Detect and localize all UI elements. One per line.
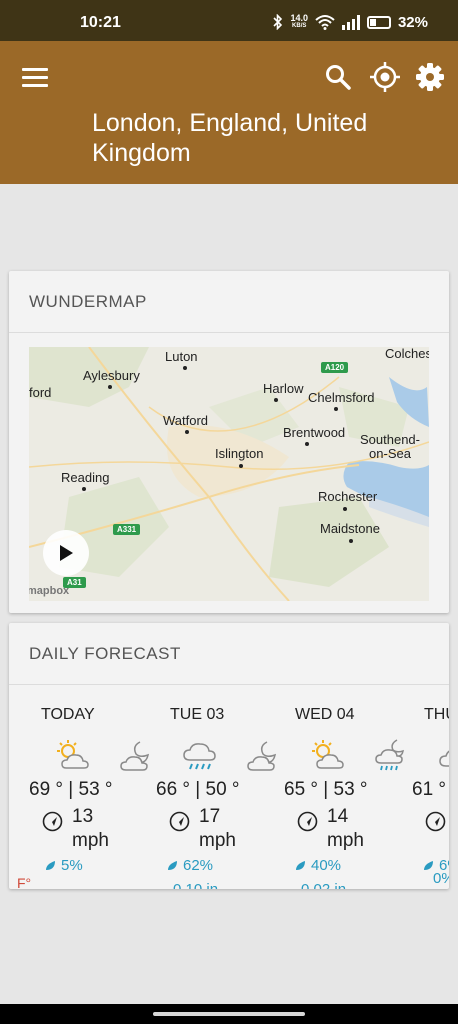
system-nav-bar [0, 1004, 458, 1024]
search-icon[interactable] [324, 63, 352, 91]
day-name: WED 04 [295, 706, 355, 723]
night-rain-icon [375, 739, 404, 771]
map-label: Reading [61, 470, 110, 485]
wind-speed: 17 [199, 806, 221, 827]
wind-unit: mph [327, 830, 364, 851]
map-label: Harlow [263, 381, 304, 396]
day-temps: 69 ° | 53 ° [29, 779, 113, 800]
wundermap-map[interactable]: Luton Colches Aylesbury ford Harlow Chel… [29, 347, 429, 601]
locate-icon[interactable] [369, 61, 401, 93]
daily-forecast-title: DAILY FORECAST [9, 623, 449, 685]
bluetooth-icon [273, 14, 283, 30]
wind-direction-icon [169, 811, 190, 832]
precip-amount: 0% [433, 870, 449, 887]
partly-cloudy-night-icon [120, 741, 150, 771]
day-temps: 61 ° [412, 779, 447, 800]
map-label: Brentwood [283, 425, 346, 440]
map-city-dot [334, 407, 338, 411]
map-label: Aylesbury [83, 368, 140, 383]
menu-icon-line [22, 76, 48, 79]
precip-drop-icon [168, 861, 177, 870]
map-label: Southend-on-Sea [360, 432, 420, 461]
wind-unit: mph [199, 830, 236, 851]
precip-chance: 62% [183, 857, 214, 874]
daily-forecast-card: DAILY FORECAST TODAY 69 ° | 53 ° 13 mph … [9, 623, 449, 889]
forecast-day[interactable]: TUE 03 66 ° | 50 ° 17 mph 62% 0.10 in [155, 686, 285, 889]
partly-sunny-icon [57, 740, 89, 769]
mapbox-credit: mapbox [29, 585, 70, 597]
network-speed-value: 14.0 [290, 13, 308, 23]
wifi-icon [315, 15, 335, 30]
map-label: Islington [215, 446, 264, 461]
map-city-dot [82, 487, 86, 491]
network-speed: 14.0 KB/S [290, 14, 308, 30]
temperature-unit-indicator: F° [17, 875, 32, 889]
forecast-strip[interactable]: TODAY 69 ° | 53 ° 13 mph 5% TUE 03 66 ° … [9, 686, 449, 889]
wundermap-title: WUNDERMAP [9, 271, 449, 333]
map-label: Luton [165, 349, 198, 364]
map-label: Chelmsford [308, 390, 375, 405]
status-icons: 14.0 KB/S 32% [273, 11, 428, 33]
day-name: TUE 03 [170, 706, 225, 723]
forecast-day[interactable]: WED 04 65 ° | 53 ° 14 mph 40% 0.02 in [283, 686, 413, 889]
precip-amount: 0.02 in [301, 881, 346, 889]
wind-direction-icon [297, 811, 318, 832]
map-city-dot [239, 464, 243, 468]
map-label: Watford [163, 413, 209, 428]
cloudy-icon [439, 750, 449, 767]
status-bar: 10:21 14.0 KB/S 32% [0, 0, 458, 41]
wind-unit: mph [72, 830, 109, 851]
map-label: Colches [385, 347, 429, 361]
day-name: TODAY [41, 706, 95, 723]
precip-amount: 0.10 in [173, 881, 218, 889]
play-icon [60, 545, 73, 561]
precip-chance: 40% [311, 857, 342, 874]
wind-direction-icon [425, 811, 446, 832]
map-label: ford [29, 385, 52, 400]
location-title[interactable]: London, England, United Kingdom [92, 108, 392, 168]
rain-icon [183, 743, 216, 770]
road-shield: A331 [113, 524, 141, 535]
map-city-dot [108, 385, 112, 389]
wundermap-card: WUNDERMAP Luton Colches Aylesbury ford H… [9, 271, 449, 613]
home-gesture-handle[interactable] [153, 1012, 305, 1016]
forecast-day[interactable]: TODAY 69 ° | 53 ° 13 mph 5% [28, 686, 158, 889]
battery-percent: 32% [397, 13, 428, 31]
map-play-button[interactable] [43, 530, 89, 576]
map-label: Rochester [318, 489, 378, 504]
battery-icon [366, 15, 391, 29]
signal-icon [341, 14, 360, 30]
forecast-day[interactable]: THU 61 ° 6% 0% [411, 686, 449, 889]
network-speed-unit: KB/S [292, 23, 307, 29]
road-shield: A120 [321, 362, 349, 373]
menu-icon-line [22, 84, 48, 87]
map-city-dot [305, 442, 309, 446]
map-city-dot [274, 398, 278, 402]
precip-drop-icon [296, 861, 305, 870]
day-temps: 65 ° | 53 ° [284, 779, 368, 800]
app-bar: London, England, United Kingdom [0, 41, 458, 184]
wind-speed: 13 [72, 806, 94, 827]
partly-sunny-icon [312, 740, 344, 769]
menu-button[interactable] [22, 68, 48, 88]
map-city-dot [183, 366, 187, 370]
day-name: THU [424, 706, 449, 723]
day-temps: 66 ° | 50 ° [156, 779, 240, 800]
map-city-dot [343, 507, 347, 511]
precip-drop-icon [46, 861, 55, 870]
status-time: 10:21 [80, 14, 121, 31]
wind-direction-icon [42, 811, 63, 832]
precip-chance: 5% [61, 857, 83, 874]
wind-speed: 14 [327, 806, 349, 827]
map-city-dot [349, 539, 353, 543]
map-city-dot [185, 430, 189, 434]
partly-cloudy-night-icon [247, 741, 277, 771]
menu-icon-line [22, 68, 48, 71]
gear-icon[interactable] [414, 61, 446, 93]
map-label: Maidstone [320, 521, 380, 536]
